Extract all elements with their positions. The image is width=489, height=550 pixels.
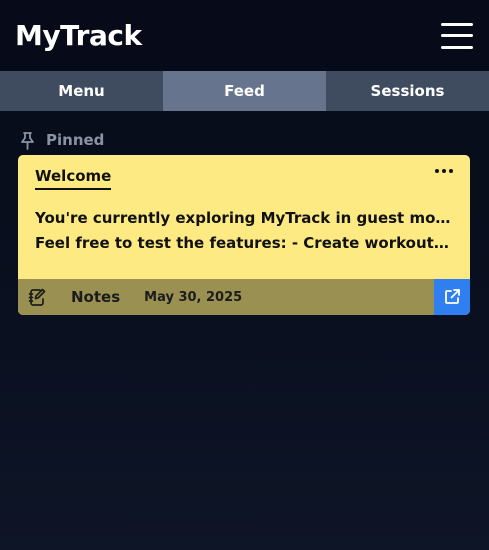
- notes-icon: [27, 287, 47, 307]
- card-footer: Notes May 30, 2025: [18, 279, 470, 315]
- card-body-line: You're currently exploring MyTrack in gu…: [35, 209, 453, 227]
- tab-menu[interactable]: Menu: [0, 71, 163, 111]
- more-options-icon[interactable]: [435, 169, 453, 173]
- tab-sessions[interactable]: Sessions: [326, 71, 489, 111]
- hamburger-menu-icon[interactable]: [441, 22, 473, 49]
- pinned-label: Pinned: [46, 131, 105, 149]
- card-body: You're currently exploring MyTrack in gu…: [35, 206, 453, 256]
- pin-icon: [19, 131, 36, 150]
- tab-feed[interactable]: Feed: [163, 71, 326, 111]
- note-category-label: Notes: [71, 288, 121, 306]
- note-date: May 30, 2025: [144, 289, 243, 305]
- app-title: MyTrack: [15, 19, 142, 52]
- pinned-note-card[interactable]: Welcome You're currently exploring MyTra…: [18, 155, 470, 315]
- main-tabs: Menu Feed Sessions: [0, 71, 489, 111]
- open-note-button[interactable]: [434, 279, 470, 315]
- card-title[interactable]: Welcome: [35, 167, 112, 190]
- external-link-icon: [442, 287, 462, 307]
- pinned-section-header: Pinned: [0, 111, 489, 155]
- card-body-line: Feel free to test the features: - Create…: [35, 234, 453, 252]
- app-header: MyTrack: [0, 0, 489, 71]
